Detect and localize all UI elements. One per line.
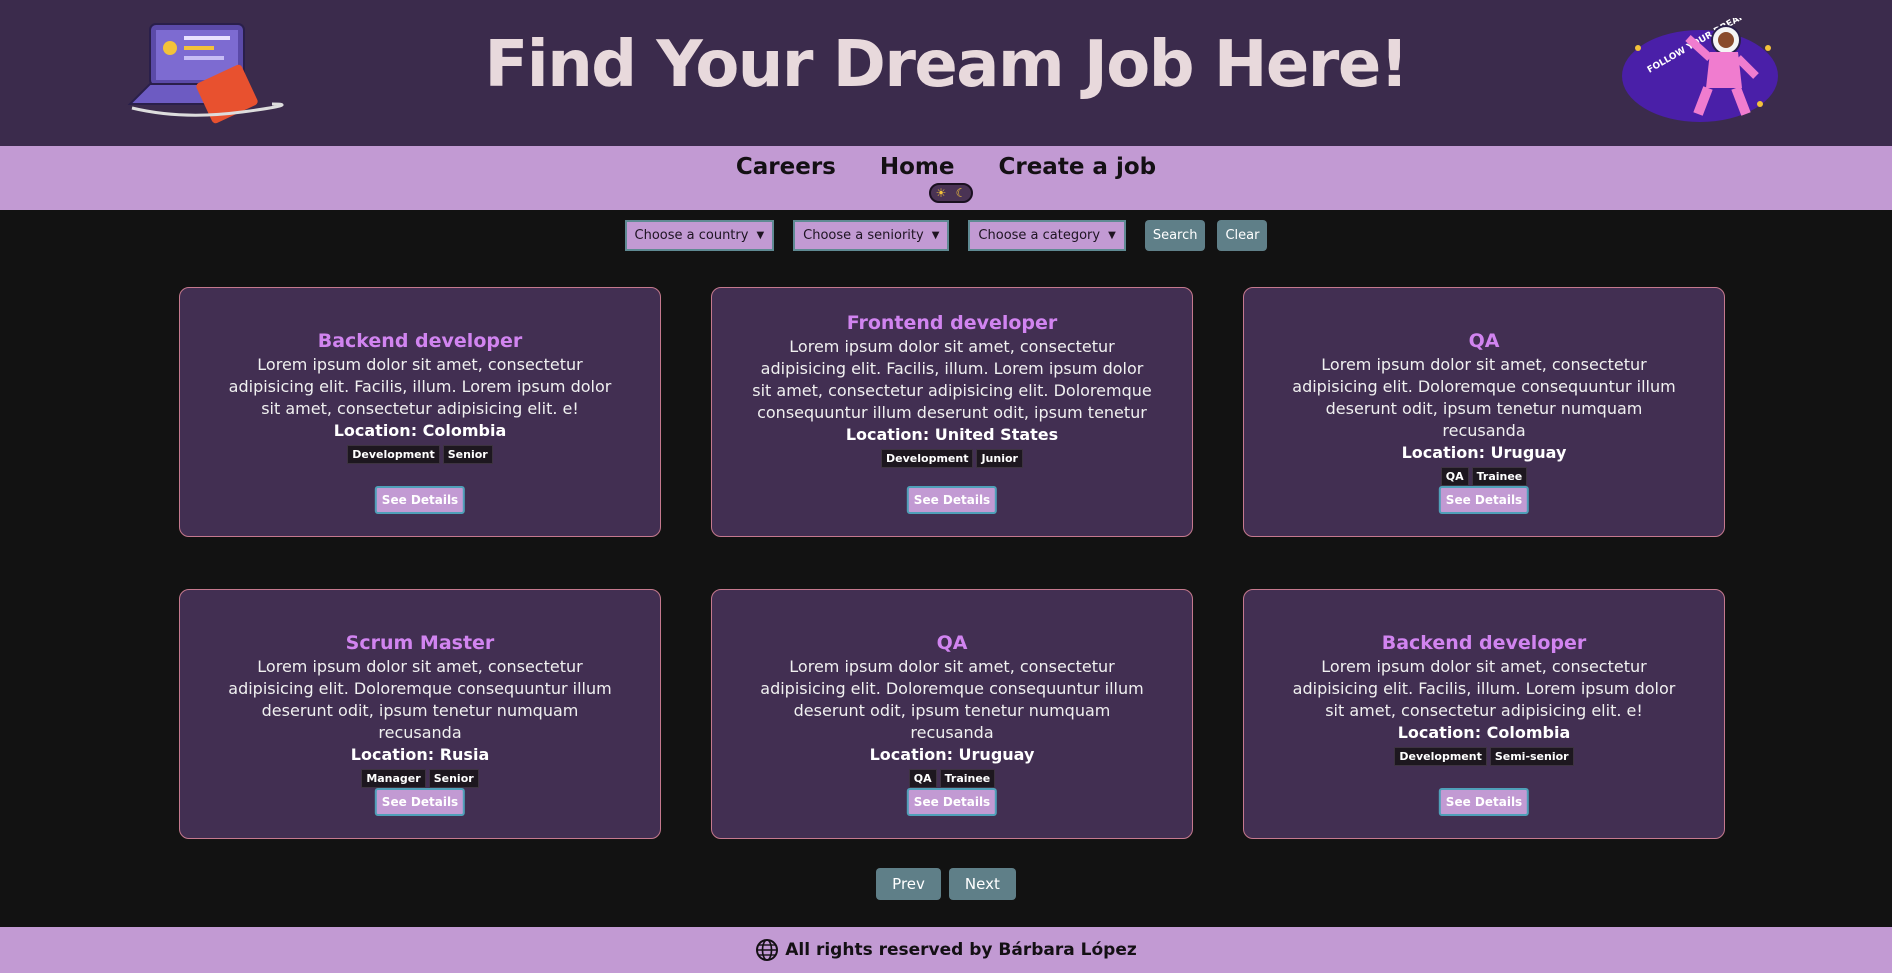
- job-card: Frontend developer Lorem ipsum dolor sit…: [711, 287, 1193, 537]
- chevron-down-icon: ▼: [931, 230, 940, 241]
- see-details-button[interactable]: See Details: [374, 788, 466, 816]
- job-tag: QA: [1440, 467, 1469, 486]
- category-select[interactable]: Choose a category ▼: [968, 220, 1126, 251]
- moon-icon: ☾: [955, 186, 967, 200]
- job-card: Backend developer Lorem ipsum dolor sit …: [1243, 589, 1725, 839]
- job-card: Scrum Master Lorem ipsum dolor sit amet,…: [179, 589, 661, 839]
- job-tag: Development: [1394, 747, 1487, 766]
- theme-toggle[interactable]: ☀ ☾: [929, 183, 973, 203]
- job-description: Lorem ipsum dolor sit amet, consectetur …: [760, 657, 1144, 742]
- job-title: Backend developer: [317, 330, 523, 352]
- job-title: Backend developer: [1381, 632, 1587, 654]
- chevron-down-icon: ▼: [1108, 230, 1116, 241]
- country-select[interactable]: Choose a country ▼: [624, 220, 775, 251]
- job-title: QA: [936, 632, 968, 654]
- job-card: Backend developer Lorem ipsum dolor sit …: [179, 287, 661, 537]
- page-title: Find Your Dream Job Here!: [484, 28, 1409, 102]
- search-button[interactable]: Search: [1144, 220, 1206, 251]
- job-title: Frontend developer: [846, 312, 1058, 334]
- site-footer: All rights reserved by Bárbara López: [0, 927, 1892, 973]
- job-tag: Trainee: [1471, 467, 1528, 486]
- job-tag: Senior: [428, 769, 479, 788]
- see-details-button[interactable]: See Details: [906, 486, 998, 514]
- job-card: QA Lorem ipsum dolor sit amet, consectet…: [711, 589, 1193, 839]
- job-location: Location: United States: [845, 425, 1059, 444]
- chevron-down-icon: ▼: [756, 230, 765, 241]
- pagination: Prev Next: [0, 868, 1892, 900]
- clear-button[interactable]: Clear: [1217, 220, 1268, 251]
- job-description: Lorem ipsum dolor sit amet, consectetur …: [228, 657, 612, 742]
- job-location: Location: Rusia: [350, 745, 490, 764]
- job-location: Location: Uruguay: [1401, 443, 1567, 462]
- country-select-label: Choose a country: [634, 228, 749, 243]
- job-location: Location: Colombia: [333, 421, 507, 440]
- see-details-button[interactable]: See Details: [1438, 788, 1530, 816]
- job-tag: Trainee: [939, 769, 996, 788]
- job-tag: Development: [347, 445, 440, 464]
- nav-home-link[interactable]: Home: [880, 154, 955, 180]
- job-title: Scrum Master: [345, 632, 495, 654]
- globe-icon: [756, 939, 779, 961]
- see-details-button[interactable]: See Details: [374, 486, 466, 514]
- site-header: Find Your Dream Job Here! FOLLOW YOUR DR…: [0, 0, 1892, 146]
- job-tag: Junior: [976, 449, 1023, 468]
- job-tag: QA: [908, 769, 937, 788]
- sun-icon: ☀: [935, 186, 947, 200]
- see-details-button[interactable]: See Details: [1438, 486, 1530, 514]
- job-tag: Development: [881, 449, 974, 468]
- prev-button[interactable]: Prev: [876, 868, 941, 900]
- job-description: Lorem ipsum dolor sit amet, consectetur …: [752, 337, 1152, 422]
- job-card: QA Lorem ipsum dolor sit amet, consectet…: [1243, 287, 1725, 537]
- job-description: Lorem ipsum dolor sit amet, consectetur …: [1292, 355, 1676, 440]
- astronaut-sticker-icon: FOLLOW YOUR DREAM!: [1622, 18, 1778, 122]
- footer-text: All rights reserved by Bárbara López: [785, 940, 1137, 960]
- job-tag: Manager: [361, 769, 426, 788]
- job-description: Lorem ipsum dolor sit amet, consectetur …: [228, 355, 612, 418]
- nav-create-job-link[interactable]: Create a job: [998, 154, 1156, 180]
- job-location: Location: Uruguay: [869, 745, 1035, 764]
- seniority-select-label: Choose a seniority: [803, 228, 924, 243]
- job-title: QA: [1468, 330, 1500, 352]
- seniority-select[interactable]: Choose a seniority ▼: [793, 220, 950, 251]
- job-tag: Semi-senior: [1489, 747, 1574, 766]
- category-select-label: Choose a category: [978, 228, 1101, 243]
- filter-bar: Choose a country ▼ Choose a seniority ▼ …: [0, 220, 1892, 251]
- next-button[interactable]: Next: [948, 868, 1016, 900]
- job-description: Lorem ipsum dolor sit amet, consectetur …: [1292, 657, 1676, 720]
- job-location: Location: Colombia: [1397, 723, 1571, 742]
- see-details-button[interactable]: See Details: [906, 788, 998, 816]
- nav-careers-link[interactable]: Careers: [736, 154, 836, 180]
- job-tag: Senior: [442, 445, 493, 464]
